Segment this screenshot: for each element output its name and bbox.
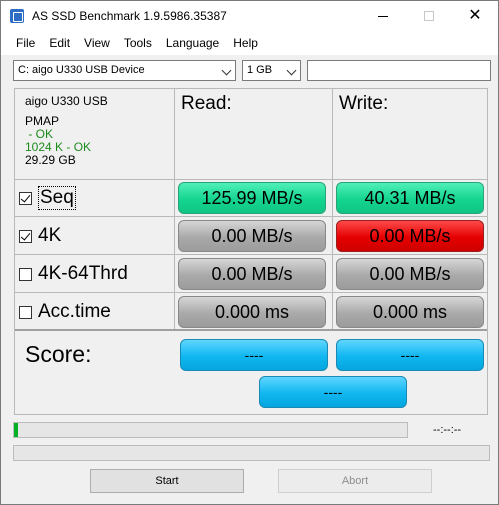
- chevron-down-icon: [286, 65, 297, 76]
- close-button[interactable]: ✕: [452, 1, 498, 31]
- grid-divider: [174, 89, 175, 329]
- maximize-button[interactable]: [406, 1, 452, 31]
- chevron-down-icon: [221, 65, 232, 76]
- 4k-64thrd-write-result: 0.00 MB/s: [336, 258, 484, 290]
- 4k-64thrd-checkbox[interactable]: [19, 267, 32, 281]
- grid-divider: [332, 89, 333, 329]
- test-size-select[interactable]: 1 GB: [242, 60, 301, 81]
- test-size-value: 1 GB: [247, 64, 273, 76]
- 4k-checkbox[interactable]: [19, 229, 32, 243]
- acc-time-label: Acc.time: [38, 301, 111, 322]
- menu-help[interactable]: Help: [226, 31, 265, 55]
- 4k-64thrd-label: 4K-64Thrd: [38, 263, 128, 284]
- score-label: Score:: [25, 341, 92, 367]
- seq-write-result: 40.31 MB/s: [336, 182, 484, 214]
- text-input[interactable]: [307, 60, 491, 81]
- progress-fill: [14, 423, 18, 437]
- menu-file[interactable]: File: [9, 31, 42, 55]
- 4k-label: 4K: [38, 225, 62, 246]
- close-icon: ✕: [468, 7, 482, 24]
- seq-checkbox[interactable]: [19, 191, 32, 205]
- benchmark-progress-bar: [13, 422, 408, 438]
- grid-divider: [15, 179, 487, 180]
- app-icon: [10, 9, 24, 23]
- menu-edit[interactable]: Edit: [42, 31, 77, 55]
- acc-time-write-result: 0.000 ms: [336, 296, 484, 328]
- seq-label: Seq: [38, 186, 76, 210]
- score-total: ----: [259, 376, 407, 408]
- menu-bar: File Edit View Tools Language Help: [1, 31, 498, 55]
- test-row-acc-time[interactable]: Acc.time: [19, 294, 111, 330]
- read-header: Read:: [181, 93, 232, 114]
- secondary-progress-bar: [13, 445, 490, 461]
- test-row-seq[interactable]: Seq: [19, 180, 76, 216]
- score-write: ----: [336, 339, 484, 371]
- 4k-write-result: 0.00 MB/s: [336, 220, 484, 252]
- drive-name: aigo U330 USB: [25, 94, 108, 108]
- acc-time-checkbox[interactable]: [19, 305, 32, 319]
- menu-view[interactable]: View: [77, 31, 117, 55]
- score-read: ----: [180, 339, 328, 371]
- menu-language[interactable]: Language: [159, 31, 226, 55]
- start-button[interactable]: Start: [90, 469, 244, 493]
- grid-divider: [15, 216, 487, 217]
- acc-time-read-result: 0.000 ms: [178, 296, 326, 328]
- title-bar: AS SSD Benchmark 1.9.5986.35387 ✕: [1, 1, 498, 31]
- drive-select-value: C: aigo U330 USB Device: [18, 64, 145, 76]
- test-row-4k-64thrd[interactable]: 4K-64Thrd: [19, 256, 128, 292]
- 4k-read-result: 0.00 MB/s: [178, 220, 326, 252]
- write-header: Write:: [339, 93, 389, 114]
- grid-divider: [15, 254, 487, 255]
- drive-info: aigo U330 USB PMAP - OK 1024 K - OK 29.2…: [25, 95, 108, 167]
- menu-tools[interactable]: Tools: [117, 31, 159, 55]
- seq-read-result: 125.99 MB/s: [178, 182, 326, 214]
- window-title: AS SSD Benchmark 1.9.5986.35387: [32, 9, 227, 23]
- results-grid: aigo U330 USB PMAP - OK 1024 K - OK 29.2…: [14, 88, 488, 415]
- test-row-4k[interactable]: 4K: [19, 218, 61, 254]
- drive-capacity: 29.29 GB: [25, 153, 76, 167]
- app-window: AS SSD Benchmark 1.9.5986.35387 ✕ File E…: [0, 0, 499, 505]
- grid-divider: [15, 292, 487, 293]
- abort-button[interactable]: Abort: [278, 469, 432, 493]
- elapsed-time: --:--:--: [433, 424, 462, 436]
- drive-select[interactable]: C: aigo U330 USB Device: [13, 60, 236, 81]
- 4k-64thrd-read-result: 0.00 MB/s: [178, 258, 326, 290]
- minimize-icon: [378, 15, 388, 17]
- minimize-button[interactable]: [360, 1, 406, 31]
- maximize-icon: [424, 11, 434, 21]
